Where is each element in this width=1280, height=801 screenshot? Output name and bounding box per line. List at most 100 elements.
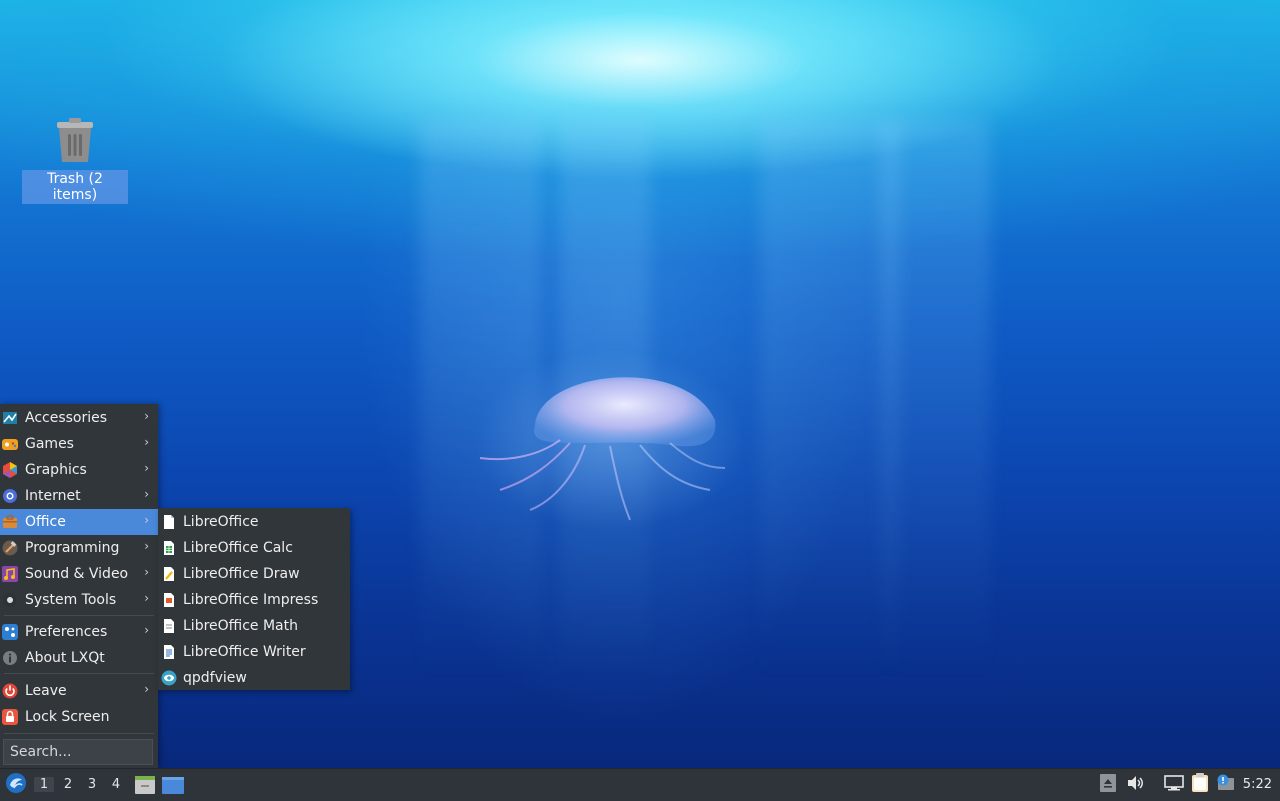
- submenu-arrow-icon: ›: [144, 565, 149, 579]
- submenu-item-libreoffice-draw[interactable]: LibreOffice Draw: [158, 561, 350, 587]
- eject-icon: [1100, 774, 1116, 796]
- lxqt-logo-icon: [5, 772, 27, 798]
- light-ray: [880, 120, 990, 680]
- writer-icon: [161, 644, 177, 660]
- preferences-icon: [2, 624, 18, 640]
- menu-separator: [4, 615, 154, 616]
- menu-item-label: Games: [25, 436, 74, 452]
- accessories-icon: [2, 410, 18, 426]
- application-menu: Accessories › Games › Graphics › Interne…: [0, 404, 158, 768]
- submenu-arrow-icon: ›: [144, 435, 149, 449]
- show-desktop-button[interactable]: [162, 775, 184, 795]
- submenu-arrow-icon: ›: [144, 487, 149, 501]
- submenu-item-label: LibreOffice Math: [183, 618, 298, 634]
- desktop-icon: [162, 777, 184, 799]
- menu-item-office[interactable]: Office ›: [0, 509, 158, 535]
- menu-item-label: Accessories: [25, 410, 108, 426]
- taskbar: 1 2 3 4 5:22: [0, 768, 1280, 801]
- menu-separator: [4, 733, 154, 734]
- menu-item-label: Internet: [25, 488, 81, 504]
- menu-item-programming[interactable]: Programming ›: [0, 535, 158, 561]
- submenu-arrow-icon: ›: [144, 591, 149, 605]
- menu-item-label: Office: [25, 514, 66, 530]
- menu-item-about-lxqt[interactable]: About LXQt: [0, 645, 158, 671]
- notification-icon: [1216, 774, 1236, 796]
- graphics-icon: [2, 462, 18, 478]
- menu-item-preferences[interactable]: Preferences ›: [0, 619, 158, 645]
- network-tray-button[interactable]: [1164, 775, 1184, 795]
- file-manager-launcher[interactable]: [134, 774, 156, 796]
- submenu-item-libreoffice[interactable]: LibreOffice: [158, 509, 350, 535]
- submenu-item-libreoffice-impress[interactable]: LibreOffice Impress: [158, 587, 350, 613]
- office-submenu: LibreOffice LibreOffice Calc LibreOffice…: [158, 508, 350, 690]
- power-icon: [2, 683, 18, 699]
- workspace-1-button[interactable]: 1: [34, 777, 54, 792]
- workspace-3-button[interactable]: 3: [82, 777, 102, 792]
- submenu-item-libreoffice-math[interactable]: LibreOffice Math: [158, 613, 350, 639]
- submenu-item-label: LibreOffice: [183, 514, 259, 530]
- math-icon: [161, 618, 177, 634]
- libreoffice-icon: [161, 514, 177, 530]
- menu-item-games[interactable]: Games ›: [0, 431, 158, 457]
- qpdfview-icon: [161, 670, 177, 686]
- submenu-item-libreoffice-writer[interactable]: LibreOffice Writer: [158, 639, 350, 665]
- info-icon: [2, 650, 18, 666]
- submenu-arrow-icon: ›: [144, 682, 149, 696]
- menu-item-leave[interactable]: Leave ›: [0, 678, 158, 704]
- submenu-arrow-icon: ›: [144, 409, 149, 423]
- calc-icon: [161, 540, 177, 556]
- submenu-item-label: LibreOffice Calc: [183, 540, 293, 556]
- trash-icon: [55, 118, 95, 164]
- submenu-item-qpdfview[interactable]: qpdfview: [158, 665, 350, 691]
- submenu-arrow-icon: ›: [144, 623, 149, 637]
- internet-icon: [2, 488, 18, 504]
- clipboard-icon: [1190, 773, 1210, 797]
- system-tools-icon: [2, 592, 18, 608]
- trash-desktop-icon[interactable]: Trash (2 items): [22, 118, 128, 204]
- notification-tray-button[interactable]: [1216, 774, 1236, 796]
- menu-item-label: Preferences: [25, 624, 108, 640]
- office-icon: [2, 514, 18, 530]
- light-ray: [760, 120, 900, 680]
- menu-item-lock-screen[interactable]: Lock Screen: [0, 704, 158, 730]
- network-icon: [1164, 775, 1184, 795]
- volume-tray-button[interactable]: [1126, 775, 1146, 795]
- volume-icon: [1127, 775, 1145, 795]
- menu-item-label: About LXQt: [25, 650, 105, 666]
- submenu-arrow-icon: ›: [144, 539, 149, 553]
- menu-item-label: Leave: [25, 683, 67, 699]
- menu-search-input[interactable]: Search...: [3, 739, 153, 765]
- jellyfish-image: [475, 350, 740, 530]
- file-manager-icon: [134, 776, 156, 800]
- menu-item-internet[interactable]: Internet ›: [0, 483, 158, 509]
- draw-icon: [161, 566, 177, 582]
- submenu-arrow-icon: ›: [144, 513, 149, 527]
- menu-item-label: Lock Screen: [25, 709, 110, 725]
- menu-item-system-tools[interactable]: System Tools ›: [0, 587, 158, 613]
- menu-separator: [4, 673, 154, 674]
- menu-item-label: Programming: [25, 540, 120, 556]
- clock[interactable]: 5:22: [1243, 777, 1272, 792]
- submenu-item-label: LibreOffice Writer: [183, 644, 306, 660]
- games-icon: [2, 436, 18, 452]
- removable-media-tray-button[interactable]: [1098, 774, 1118, 796]
- clipboard-tray-button[interactable]: [1190, 773, 1210, 797]
- trash-label: Trash (2 items): [22, 170, 128, 204]
- menu-item-label: Graphics: [25, 462, 87, 478]
- submenu-arrow-icon: ›: [144, 461, 149, 475]
- menu-item-label: System Tools: [25, 592, 117, 608]
- workspace-2-button[interactable]: 2: [58, 777, 78, 792]
- submenu-item-label: LibreOffice Draw: [183, 566, 300, 582]
- submenu-item-label: qpdfview: [183, 670, 247, 686]
- programming-icon: [2, 540, 18, 556]
- menu-item-accessories[interactable]: Accessories ›: [0, 405, 158, 431]
- menu-item-graphics[interactable]: Graphics ›: [0, 457, 158, 483]
- menu-item-sound-video[interactable]: Sound & Video ›: [0, 561, 158, 587]
- search-placeholder: Search...: [10, 744, 72, 760]
- workspace-4-button[interactable]: 4: [106, 777, 126, 792]
- impress-icon: [161, 592, 177, 608]
- lock-icon: [2, 709, 18, 725]
- submenu-item-libreoffice-calc[interactable]: LibreOffice Calc: [158, 535, 350, 561]
- start-menu-button[interactable]: [4, 773, 28, 797]
- sound-video-icon: [2, 566, 18, 582]
